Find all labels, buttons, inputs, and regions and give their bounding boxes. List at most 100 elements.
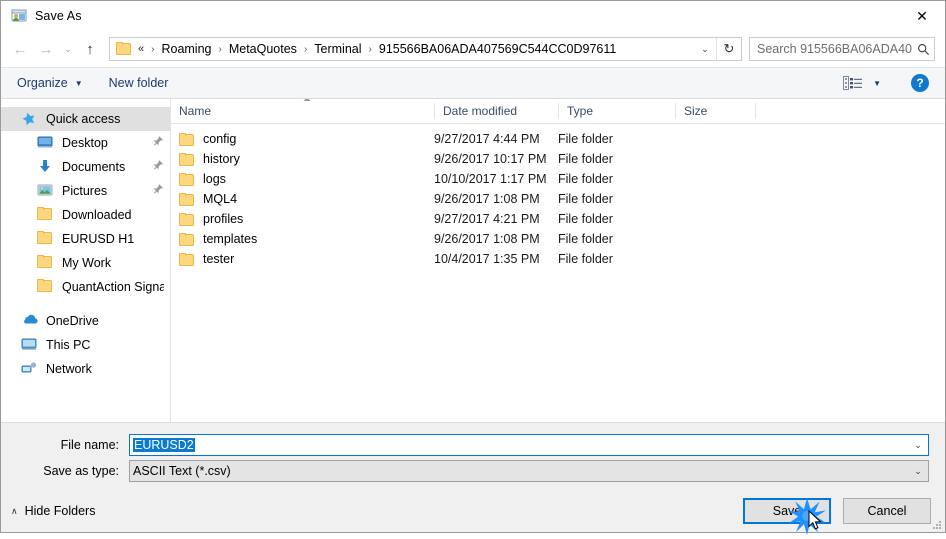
documents-icon — [37, 159, 55, 175]
sidebar-item-network[interactable]: Network — [1, 357, 170, 381]
table-row[interactable]: logs 10/10/2017 1:17 PM File folder — [171, 169, 945, 189]
breadcrumb-overflow[interactable]: « — [138, 43, 146, 55]
close-icon[interactable]: ✕ — [899, 1, 945, 31]
file-name: profiles — [203, 212, 244, 226]
file-date: 9/26/2017 1:08 PM — [434, 192, 540, 206]
file-name-input[interactable]: EURUSD2 ⌄ — [129, 434, 929, 456]
new-folder-button[interactable]: New folder — [109, 76, 169, 90]
hide-folders-label: Hide Folders — [24, 504, 96, 518]
file-name-cell: templates — [171, 232, 434, 246]
refresh-icon[interactable]: ↻ — [717, 38, 741, 60]
navigation-pane: Quick access Desktop Documents Pictures … — [1, 99, 171, 422]
save-button-wrapper: Save — [731, 498, 831, 535]
file-name-cell: config — [171, 132, 434, 146]
save-form: File name: EURUSD2 ⌄ Save as type: ASCII… — [1, 423, 945, 490]
sidebar-item-label: EURUSD H1 — [62, 232, 135, 246]
back-icon[interactable]: ← — [7, 36, 33, 62]
folder-icon — [179, 232, 195, 246]
chevron-down-icon[interactable]: ⌄ — [908, 440, 928, 451]
table-row[interactable]: tester 10/4/2017 1:35 PM File folder — [171, 249, 945, 269]
view-options-icon[interactable] — [843, 76, 863, 90]
pin-icon[interactable] — [148, 157, 167, 176]
breadcrumb-separator: › — [368, 43, 372, 55]
file-date: 10/10/2017 1:17 PM — [434, 172, 547, 186]
column-header-size[interactable]: Size — [675, 103, 755, 119]
sidebar-item-onedrive[interactable]: OneDrive — [1, 309, 170, 333]
file-name-cell: MQL4 — [171, 192, 434, 206]
file-type: File folder — [558, 172, 613, 186]
file-name-cell: profiles — [171, 212, 434, 226]
search-box[interactable]: Search 915566BA06ADA40756... — [749, 37, 935, 61]
folder-icon — [179, 192, 195, 206]
organize-label: Organize — [17, 76, 68, 90]
folder-icon — [116, 42, 132, 56]
save-as-dialog: Save As ✕ ← → ⌄ ↑ « › Roaming › MetaQuot… — [0, 0, 946, 535]
command-bar: Organize ▼ New folder ▼ ? — [1, 67, 945, 99]
folder-icon — [179, 132, 195, 146]
save-as-type-label: Save as type: — [43, 464, 119, 478]
column-header-type[interactable]: Type — [558, 103, 675, 119]
chevron-down-icon[interactable]: ⌄ — [908, 466, 928, 477]
sidebar-item-quick-access[interactable]: Quick access — [1, 107, 170, 131]
window-title: Save As — [35, 9, 82, 23]
onedrive-icon — [21, 313, 39, 329]
pin-icon[interactable] — [148, 181, 167, 200]
table-row[interactable]: history 9/26/2017 10:17 PM File folder — [171, 149, 945, 169]
table-row[interactable]: config 9/27/2017 4:44 PM File folder — [171, 129, 945, 149]
search-icon — [912, 43, 934, 56]
file-name-value: EURUSD2 — [130, 438, 908, 452]
breadcrumb: « › Roaming › MetaQuotes › Terminal › 91… — [138, 42, 694, 56]
forward-icon[interactable]: → — [33, 36, 59, 62]
sort-ascending-icon — [301, 99, 313, 104]
breadcrumb-item-guid[interactable]: 915566BA06ADA407569C544CC0D97611 — [377, 42, 618, 56]
table-row[interactable]: profiles 9/27/2017 4:21 PM File folder — [171, 209, 945, 229]
search-input[interactable]: Search 915566BA06ADA40756... — [750, 42, 912, 56]
address-bar[interactable]: « › Roaming › MetaQuotes › Terminal › 91… — [109, 37, 742, 61]
help-icon[interactable]: ? — [911, 74, 929, 92]
save-as-type-value: ASCII Text (*.csv) — [133, 464, 231, 478]
breadcrumb-separator: › — [218, 43, 222, 55]
file-name: history — [203, 152, 240, 166]
table-row[interactable]: templates 9/26/2017 1:08 PM File folder — [171, 229, 945, 249]
file-date: 9/26/2017 1:08 PM — [434, 232, 540, 246]
sidebar-item-label: Documents — [62, 160, 126, 174]
folder-icon — [37, 231, 55, 247]
chevron-up-icon: ∧ — [11, 505, 18, 516]
breadcrumb-item-terminal[interactable]: Terminal — [312, 42, 363, 56]
sidebar-item-my-work[interactable]: My Work — [1, 251, 170, 275]
view-chevron-down-icon[interactable]: ▼ — [873, 79, 881, 88]
resize-grip[interactable] — [932, 520, 942, 530]
organize-button[interactable]: Organize ▼ — [17, 76, 83, 90]
table-row[interactable]: MQL4 9/26/2017 1:08 PM File folder — [171, 189, 945, 209]
file-rows: config 9/27/2017 4:44 PM File folder his… — [171, 124, 945, 269]
hide-folders-button[interactable]: ∧ Hide Folders — [11, 504, 95, 518]
recent-locations-icon[interactable]: ⌄ — [59, 36, 77, 62]
sidebar-item-quantaction-signal[interactable]: QuantAction Signal — [1, 275, 170, 299]
up-icon[interactable]: ↑ — [77, 36, 103, 62]
sidebar-item-downloaded[interactable]: Downloaded — [1, 203, 170, 227]
sidebar-item-documents[interactable]: Documents — [1, 155, 170, 179]
save-button[interactable]: Save — [743, 498, 831, 524]
file-name: logs — [203, 172, 226, 186]
chevron-down-icon[interactable]: ⌄ — [694, 38, 716, 60]
cancel-button[interactable]: Cancel — [843, 498, 931, 524]
save-as-type-select[interactable]: ASCII Text (*.csv) ⌄ — [129, 460, 929, 482]
breadcrumb-item-metaquotes[interactable]: MetaQuotes — [227, 42, 299, 56]
column-header-name[interactable]: Name — [171, 103, 434, 119]
file-type: File folder — [558, 152, 613, 166]
column-header-date-modified[interactable]: Date modified — [434, 103, 558, 119]
column-header-filler — [755, 103, 945, 119]
sidebar-item-desktop[interactable]: Desktop — [1, 131, 170, 155]
sidebar-item-label: OneDrive — [46, 314, 99, 328]
pictures-icon — [37, 183, 55, 199]
breadcrumb-item-roaming[interactable]: Roaming — [159, 42, 213, 56]
breadcrumb-separator: › — [303, 43, 308, 55]
sidebar-item-this-pc[interactable]: This PC — [1, 333, 170, 357]
network-icon — [21, 361, 39, 377]
pin-icon[interactable] — [148, 133, 167, 152]
sidebar-item-label: Downloaded — [62, 208, 132, 222]
file-type: File folder — [558, 252, 613, 266]
sidebar-item-pictures[interactable]: Pictures — [1, 179, 170, 203]
sidebar-item-eurusd-h1[interactable]: EURUSD H1 — [1, 227, 170, 251]
file-list: Name Date modified Type Size config 9/27… — [171, 99, 945, 422]
